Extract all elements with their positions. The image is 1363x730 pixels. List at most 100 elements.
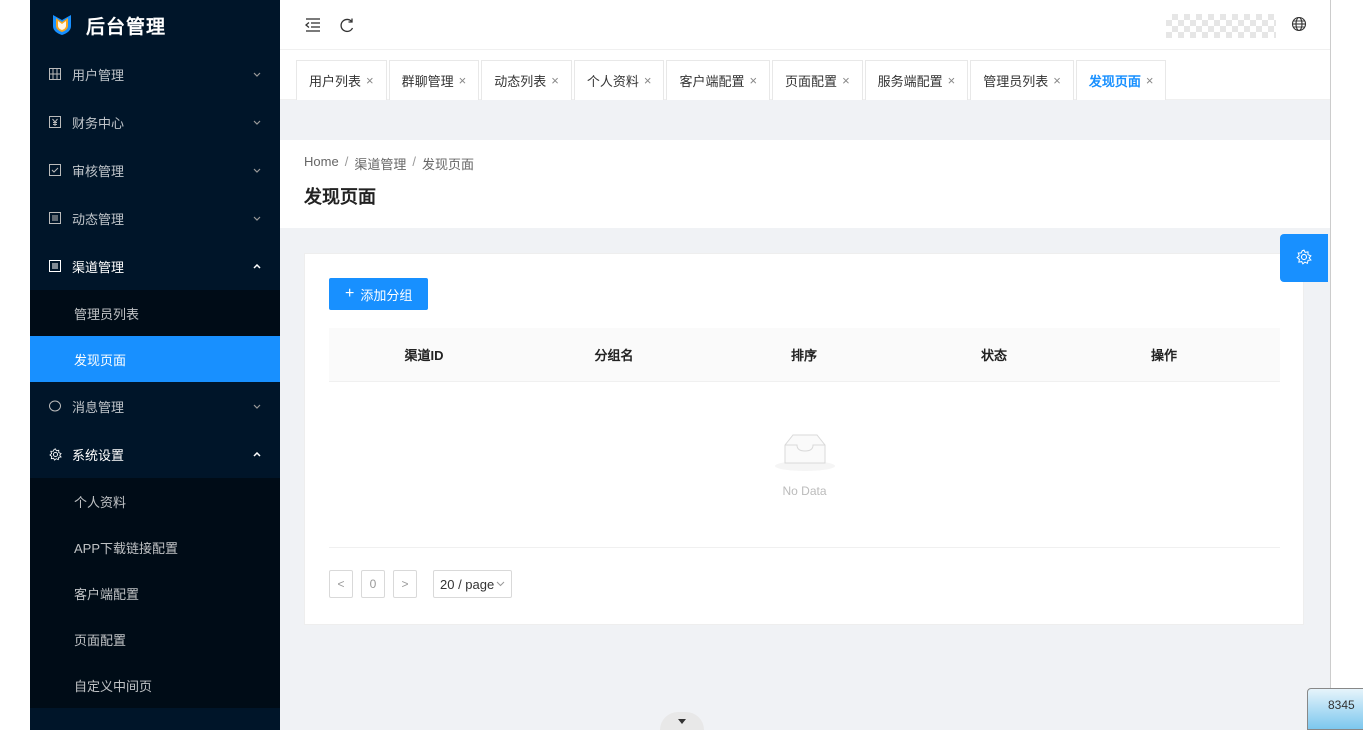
- sidebar-item-review[interactable]: 审核管理: [30, 146, 280, 194]
- gear-icon: [1296, 249, 1312, 268]
- tab-discover-page[interactable]: 发现页面 ×: [1075, 60, 1167, 100]
- close-icon[interactable]: ×: [459, 73, 467, 88]
- chevron-up-icon: [252, 449, 262, 459]
- column-header-status: 状态: [980, 348, 1007, 363]
- tab-label: 客户端配置: [679, 74, 745, 89]
- sidebar-item-label: 动态管理: [72, 211, 125, 227]
- tab-server-config[interactable]: 服务端配置 ×: [864, 60, 969, 100]
- sidebar-item-finance[interactable]: 财务中心: [30, 98, 280, 146]
- sidebar-item-admin-list[interactable]: 管理员列表: [30, 290, 280, 336]
- chevron-down-icon: [496, 581, 505, 587]
- sidebar-item-label: 渠道管理: [72, 259, 125, 275]
- column-header-group-name: 分组名: [594, 348, 634, 363]
- pagination: < 0 > 20 / page: [329, 570, 513, 598]
- close-icon[interactable]: ×: [1146, 73, 1154, 88]
- tab-bar: 用户列表 × 群聊管理 × 动态列表 × 个人资料 × 客户端配置 × 页面配置 × 服务端…: [280, 50, 1330, 100]
- data-table: 渠道ID 分组名 排序 状态 操作 No Data: [329, 328, 1280, 548]
- sidebar-item-settings[interactable]: 系统设置: [30, 430, 280, 478]
- chevron-down-icon: [252, 117, 262, 127]
- breadcrumb-channels[interactable]: 渠道管理: [354, 154, 406, 173]
- chevron-down-icon: [252, 401, 262, 411]
- sidebar-item-discover-page[interactable]: 发现页面: [30, 336, 280, 382]
- column-header-channel-id: 渠道ID: [404, 348, 444, 363]
- table-header: 渠道ID 分组名 排序 状态 操作: [329, 328, 1280, 382]
- chevron-up-icon: [252, 261, 262, 271]
- corner-badge[interactable]: 8345: [1307, 688, 1363, 730]
- page-number[interactable]: 0: [361, 570, 385, 598]
- tab-client-config[interactable]: 客户端配置 ×: [666, 60, 771, 100]
- close-icon[interactable]: ×: [551, 73, 559, 88]
- tab-label: 服务端配置: [877, 74, 943, 89]
- empty-text: No Data: [782, 484, 827, 498]
- tab-label: 群聊管理: [401, 74, 454, 89]
- add-group-button[interactable]: + 添加分组: [329, 278, 429, 310]
- breadcrumb-separator: /: [344, 154, 349, 169]
- inbox-empty-icon: [773, 431, 837, 476]
- left-gutter: [0, 0, 30, 730]
- page-size-value: 20 / page: [440, 576, 495, 592]
- close-icon[interactable]: ×: [948, 73, 956, 88]
- tab-page-config[interactable]: 页面配置 ×: [772, 60, 863, 100]
- sidebar-item-feeds[interactable]: 动态管理: [30, 194, 280, 242]
- tab-admin-list[interactable]: 管理员列表 ×: [970, 60, 1074, 100]
- chevron-down-icon: [252, 165, 262, 175]
- tab-label: 用户列表: [309, 74, 362, 89]
- settings-drawer-button[interactable]: [1280, 234, 1328, 282]
- sidebar-item-messages[interactable]: 消息管理: [30, 382, 280, 430]
- tab-label: 个人资料: [586, 74, 639, 89]
- caret-down-icon: [678, 718, 686, 724]
- page-title: 发现页面: [304, 187, 376, 207]
- close-icon[interactable]: ×: [366, 73, 374, 88]
- tab-label: 页面配置: [785, 74, 838, 89]
- sidebar-item-user-management[interactable]: 用户管理: [30, 50, 280, 98]
- logo[interactable]: 后台管理: [30, 0, 280, 50]
- close-icon[interactable]: ×: [1053, 73, 1061, 88]
- reload-icon[interactable]: [338, 16, 356, 34]
- right-edge: [1330, 0, 1363, 730]
- scroll-down-button[interactable]: [660, 712, 704, 730]
- avatar[interactable]: [1166, 14, 1276, 38]
- tab-feed-list[interactable]: 动态列表 ×: [481, 60, 572, 100]
- main-area: 用户列表 × 群聊管理 × 动态列表 × 个人资料 × 客户端配置 × 页面配置 × 服务端…: [280, 0, 1330, 730]
- sidebar-item-app-download-config[interactable]: APP下载链接配置: [30, 524, 280, 570]
- message-icon: [48, 399, 62, 413]
- breadcrumb-home[interactable]: Home: [304, 154, 339, 173]
- prev-page-button[interactable]: <: [329, 570, 353, 598]
- sidebar-item-label: 用户管理: [72, 67, 125, 83]
- next-page-button[interactable]: >: [393, 570, 417, 598]
- app-title: 后台管理: [86, 16, 167, 38]
- check-square-icon: [48, 163, 62, 177]
- submenu-channels: 管理员列表 发现页面: [30, 290, 280, 382]
- column-header-sort: 排序: [790, 348, 817, 363]
- close-icon[interactable]: ×: [842, 73, 850, 88]
- sidebar-item-custom-middle-page[interactable]: 自定义中间页: [30, 662, 280, 708]
- list-icon: [48, 211, 62, 225]
- sidebar-item-profile[interactable]: 个人资料: [30, 478, 280, 524]
- table-icon: [48, 67, 62, 81]
- content-card: + 添加分组 渠道ID 分组名 排序 状态 操作 No Data < 0 > 2…: [304, 253, 1304, 625]
- tab-label: 动态列表: [494, 74, 547, 89]
- close-icon[interactable]: ×: [644, 73, 652, 88]
- sidebar-item-label: 消息管理: [72, 399, 125, 415]
- tab-user-list[interactable]: 用户列表 ×: [296, 60, 387, 100]
- globe-icon[interactable]: [1291, 16, 1309, 34]
- tab-profile[interactable]: 个人资料 ×: [573, 60, 665, 100]
- sidebar-item-label: 财务中心: [72, 115, 125, 131]
- breadcrumb-current: 发现页面: [421, 157, 474, 172]
- menu-fold-icon[interactable]: [304, 16, 322, 34]
- column-header-actions: 操作: [1150, 348, 1177, 363]
- list-icon: [48, 259, 62, 273]
- page-size-select[interactable]: 20 / page: [433, 570, 513, 598]
- finance-icon: [48, 115, 62, 129]
- tab-label: 发现页面: [1088, 74, 1141, 89]
- plus-icon: +: [345, 285, 355, 302]
- close-icon[interactable]: ×: [749, 73, 757, 88]
- tab-group-chat[interactable]: 群聊管理 ×: [388, 60, 480, 100]
- tab-label: 管理员列表: [983, 74, 1049, 89]
- sidebar-item-channels[interactable]: 渠道管理: [30, 242, 280, 290]
- empty-state: No Data: [329, 382, 1280, 548]
- sidebar-item-client-config[interactable]: 客户端配置: [30, 570, 280, 616]
- sidebar-item-page-config[interactable]: 页面配置: [30, 616, 280, 662]
- chevron-down-icon: [252, 69, 262, 79]
